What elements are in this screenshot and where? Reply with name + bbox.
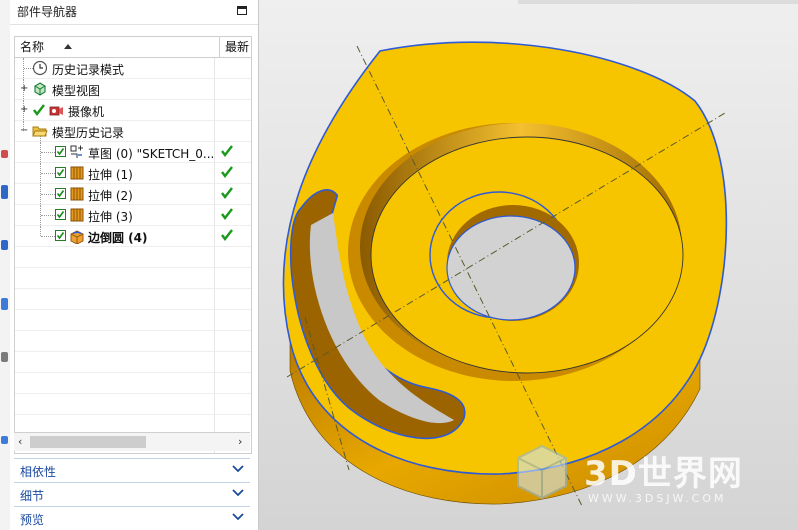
- navigator-title: 部件导航器: [17, 5, 78, 19]
- toolbar-edge: [518, 0, 798, 4]
- up-to-date-check-icon: [221, 229, 233, 241]
- expand-plus-icon[interactable]: +: [20, 105, 28, 115]
- tree-row-empty: [15, 310, 251, 331]
- visibility-checkbox[interactable]: [55, 188, 66, 199]
- resource-tab-icon[interactable]: [1, 436, 8, 444]
- extrude-icon: [70, 187, 84, 201]
- resource-tab-icon[interactable]: [1, 298, 8, 310]
- resource-tab-icon[interactable]: [1, 240, 8, 250]
- section-label: 预览: [20, 513, 45, 527]
- resource-tab-icon[interactable]: [1, 185, 8, 199]
- tree-row-model-views[interactable]: + 模型视图: [15, 79, 251, 100]
- tree-row-camera[interactable]: + 摄像机: [15, 100, 251, 121]
- up-to-date-check-icon: [221, 208, 233, 220]
- visibility-checkbox[interactable]: [55, 146, 66, 157]
- tree-row-empty: [15, 352, 251, 373]
- visibility-checkbox[interactable]: [55, 167, 66, 178]
- folder-open-icon: [32, 126, 48, 137]
- chevron-down-icon[interactable]: [232, 511, 244, 523]
- scroll-right-arrow-icon[interactable]: ›: [238, 436, 246, 447]
- tree-row-empty: [15, 394, 251, 415]
- section-label: 相依性: [20, 465, 57, 479]
- tree-label: 拉伸 (3): [88, 210, 133, 224]
- section-preview[interactable]: 预览: [14, 506, 250, 529]
- camera-icon: [49, 106, 63, 116]
- tree-label: 摄像机: [68, 105, 105, 119]
- up-to-date-check-icon: [221, 145, 233, 157]
- watermark: 3D世界网 WWW.3DSJW.COM: [514, 440, 794, 520]
- tree-label: 边倒圆 (4): [88, 231, 148, 245]
- watermark-url: WWW.3DSJW.COM: [588, 492, 727, 505]
- tree-label: 模型视图: [52, 84, 101, 98]
- watermark-brand: 3D世界网: [584, 454, 743, 494]
- tree-row-extrude-1[interactable]: 拉伸 (1): [15, 163, 251, 184]
- tree-row-model-history[interactable]: − 模型历史记录: [15, 121, 251, 142]
- tree-label: 草图 (0) "SKETCH_0...: [88, 147, 215, 161]
- tree-row-sketch[interactable]: 草图 (0) "SKETCH_0...: [15, 142, 251, 163]
- scroll-left-arrow-icon[interactable]: ‹: [18, 436, 26, 447]
- bore-through-hole: [446, 215, 576, 321]
- tree-row-extrude-2[interactable]: 拉伸 (2): [15, 184, 251, 205]
- check-icon: [33, 104, 45, 116]
- collapse-minus-icon[interactable]: −: [20, 126, 28, 136]
- tree-row-empty: [15, 247, 251, 268]
- tree-label: 拉伸 (1): [88, 168, 133, 182]
- tree-row-empty: [15, 268, 251, 289]
- section-details[interactable]: 细节: [14, 482, 250, 505]
- clock-icon: [32, 60, 48, 76]
- scrollbar-thumb[interactable]: [30, 436, 146, 448]
- chevron-down-icon[interactable]: [232, 463, 244, 475]
- edge-blend-icon: [70, 230, 84, 244]
- tree-label: 拉伸 (2): [88, 189, 133, 203]
- expand-plus-icon[interactable]: +: [20, 84, 28, 94]
- column-header-name[interactable]: 名称: [15, 37, 220, 57]
- maximize-icon[interactable]: [237, 6, 247, 15]
- tree-header: 名称 最新: [15, 37, 251, 58]
- horizontal-scrollbar[interactable]: ‹ ›: [14, 432, 250, 451]
- visibility-checkbox[interactable]: [55, 230, 66, 241]
- chevron-down-icon[interactable]: [232, 487, 244, 499]
- tree-row-empty: [15, 373, 251, 394]
- tree-label: 模型历史记录: [52, 126, 125, 140]
- resource-tab-icon[interactable]: [1, 150, 8, 158]
- tree-row-extrude-3[interactable]: 拉伸 (3): [15, 205, 251, 226]
- column-header-latest[interactable]: 最新: [220, 37, 251, 57]
- model-views-icon: [34, 82, 46, 96]
- section-label: 细节: [20, 489, 45, 503]
- navigator-title-bar: 部件导航器: [10, 0, 258, 25]
- navigator-tree[interactable]: 名称 最新 历史记录模式 + 模型视图 + 摄像机 − 模型历史记录 草图 (0…: [14, 36, 252, 454]
- tree-row-empty: [15, 331, 251, 352]
- up-to-date-check-icon: [221, 166, 233, 178]
- cube-logo-icon: [517, 444, 567, 500]
- tree-label: 历史记录模式: [52, 63, 125, 77]
- visibility-checkbox[interactable]: [55, 209, 66, 220]
- extrude-icon: [70, 208, 84, 222]
- up-to-date-check-icon: [221, 187, 233, 199]
- resource-tab-icon[interactable]: [1, 352, 8, 362]
- extrude-icon: [70, 166, 84, 180]
- tree-row-empty: [15, 289, 251, 310]
- sketch-icon: [70, 145, 83, 158]
- sort-ascending-icon: [64, 44, 72, 49]
- part-navigator-panel: 部件导航器 名称 最新 历史记录模式 + 模型视图 + 摄像机 − 模型历史记录…: [10, 0, 259, 530]
- section-dependencies[interactable]: 相依性: [14, 458, 250, 481]
- tree-row-history-mode[interactable]: 历史记录模式: [15, 58, 251, 79]
- tree-row-edge-blend[interactable]: 边倒圆 (4): [15, 226, 251, 247]
